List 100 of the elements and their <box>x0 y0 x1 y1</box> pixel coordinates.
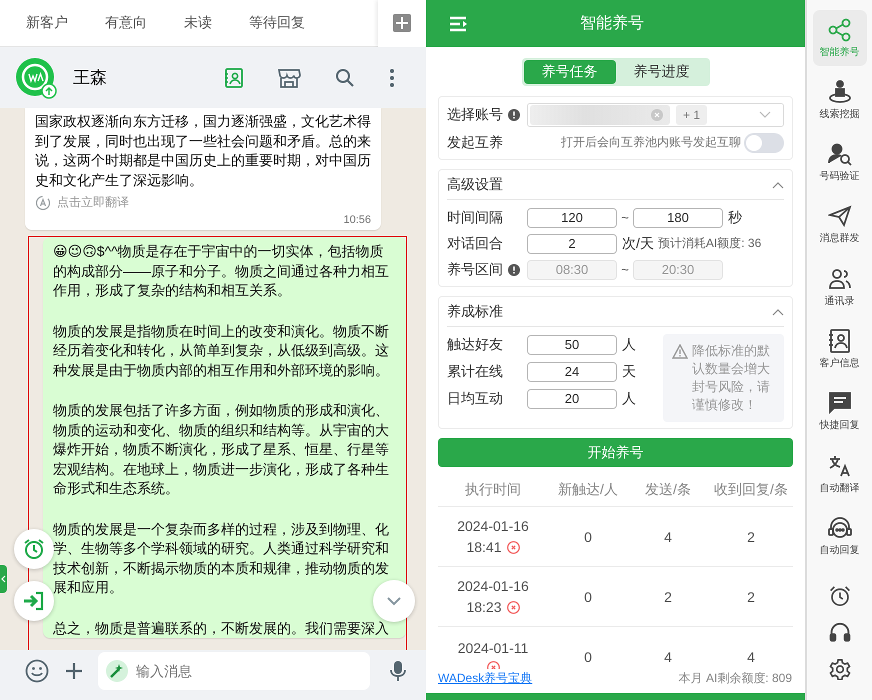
sidebar-item[interactable]: 号码验证 <box>812 134 866 191</box>
input-field[interactable]: 24 <box>527 362 617 382</box>
table-cell-text: 4 <box>663 528 673 544</box>
range-separator: ~ <box>620 262 630 277</box>
reminder-button[interactable] <box>14 529 54 569</box>
column-header: 执行时间 <box>464 480 522 498</box>
info-icon <box>508 109 520 121</box>
chevron-up-icon[interactable] <box>772 308 784 316</box>
store-icon[interactable] <box>277 68 301 88</box>
sign-in-button[interactable] <box>14 581 54 621</box>
more-count: + 1 <box>676 105 708 125</box>
message-text: 物质的发展是指物质在时间上的改变和演化。物质不断经历着变化和转化，从简单到复杂，从低级到高级。这种发展是由于物质内部的相互作用和外部环境的影响。 <box>53 322 390 380</box>
unit-label: 人 <box>622 336 636 354</box>
field-label: 时间间隔 <box>447 208 504 226</box>
message-text: 物质的发展包括了许多方面，例如物质的形成和演化、物质的运动和变化、物质的组织和结构等。从宇宙的大爆炸开始，物质不断演化，形成了星系、恒星、行星等宏观结构。在地球上，物质进一步演化，形成了各种生命形式和生态系统。 <box>53 401 390 498</box>
contacts-icon <box>828 266 852 291</box>
message-input-field[interactable]: 输入消息 <box>98 652 370 690</box>
panel-title: 智能养号 <box>580 14 644 34</box>
headset-chat-icon <box>828 516 852 540</box>
headset-icon[interactable] <box>828 621 852 644</box>
column-header: 新触达/人 <box>557 480 619 498</box>
hint-text: 打开后会向互养池内账号发起互聊 <box>561 134 741 151</box>
paper-plane-icon <box>828 204 852 228</box>
search-icon[interactable] <box>335 68 355 88</box>
field-label: 发起互养 <box>447 134 504 152</box>
chevron-down-icon <box>386 596 402 606</box>
sidebar-item[interactable]: 线索挖掘 <box>812 72 866 129</box>
translate-icon <box>828 454 852 478</box>
plus-icon[interactable] <box>64 661 84 681</box>
input-field[interactable]: 50 <box>527 334 617 354</box>
table-cell-text: 4 <box>746 648 756 664</box>
message-text: 物质的发展是一个复杂而多样的过程，涉及到物理、化学、生物等多个学科领域的研究。人类通过科学研究和技术创新，不断揭示物质的本质和规律，推动物质的发展和应用。 <box>53 520 390 597</box>
table-cell-text: 4 <box>663 648 673 664</box>
field-label: 累计在线 <box>447 362 504 380</box>
unit-label: 秒 <box>728 208 742 226</box>
table-cell-text: 2 <box>663 588 673 604</box>
field-label: 日均互动 <box>447 390 504 408</box>
field-label: 养号区间 <box>447 260 503 278</box>
sidebar-item[interactable]: 自动翻译 <box>812 446 866 502</box>
alarm-clock-icon[interactable] <box>828 584 852 608</box>
more-options-icon[interactable] <box>389 68 395 88</box>
contact-card-icon[interactable] <box>225 68 243 88</box>
table-cell-text: 0 <box>583 648 593 664</box>
chevron-down-icon <box>759 111 771 119</box>
sidebar-item[interactable]: 自动回复 <box>812 508 866 565</box>
input-field[interactable]: 120 <box>527 208 617 228</box>
translate-icon <box>35 194 51 210</box>
input-field[interactable]: 20 <box>527 388 617 408</box>
table-cell: 2024-01-16 <box>457 578 529 594</box>
guide-link[interactable]: WADesk养号宝典 <box>438 670 532 686</box>
contact-name: 王森 <box>73 67 107 89</box>
column-header: 发送/条 <box>644 480 692 498</box>
collapse-handle[interactable] <box>0 565 7 593</box>
message-text: 😀😉🙃$^^物质是存在于宇宙中的一切实体，包括物质的构成部分——原子和分子。物质之间通过各种力相互作用，形成了复杂的结构和相互关系。 <box>53 242 390 300</box>
chat-filter-tab[interactable]: 未读 <box>182 10 214 36</box>
section-title: 养成标准 <box>447 303 503 321</box>
field-label: 对话回合 <box>447 234 504 252</box>
avatar-logo-icon <box>15 56 57 98</box>
microphone-icon[interactable] <box>390 660 406 682</box>
chat-filter-tab[interactable]: 等待回复 <box>247 10 307 36</box>
chat-filter-tab[interactable]: 有意向 <box>103 10 149 36</box>
info-icon <box>508 264 520 276</box>
sidebar-item[interactable]: 快捷回复 <box>812 384 866 440</box>
mutual-toggle[interactable] <box>744 132 784 152</box>
sidebar-item[interactable]: 通讯录 <box>812 259 866 316</box>
share-nodes-icon <box>828 18 852 42</box>
table-cell: 2024-01-16 <box>457 518 529 534</box>
panel-tab[interactable]: 养号进度 <box>616 60 708 84</box>
table-cell-text: 0 <box>583 528 593 544</box>
add-tab-button[interactable] <box>378 0 426 46</box>
table-cell-text: 2 <box>746 588 756 604</box>
unit-label: 天 <box>622 362 636 380</box>
magic-wand-icon <box>106 660 128 682</box>
sidebar-item[interactable]: 客户信息 <box>812 321 866 378</box>
section-title: 高级设置 <box>447 176 503 194</box>
alarm-clock-icon <box>23 538 45 560</box>
table-cell: 18:23 <box>466 599 502 615</box>
quota-note: 预计消耗AI额度: 36 <box>658 235 762 252</box>
account-select[interactable]: + 1 <box>527 103 784 127</box>
table-cell-text: 0 <box>583 588 593 604</box>
settings-icon[interactable] <box>828 658 852 680</box>
message-icon <box>828 391 852 416</box>
input-field[interactable]: 180 <box>633 208 723 228</box>
remove-icon <box>651 109 663 121</box>
unit-label: 次/天 <box>622 234 654 252</box>
chevron-left-icon <box>1 575 6 583</box>
input-field[interactable]: 2 <box>527 234 617 254</box>
sign-in-icon <box>23 590 45 612</box>
chat-filter-tab[interactable]: 新客户 <box>24 10 70 36</box>
plus-icon <box>393 14 411 32</box>
emoji-icon[interactable] <box>25 659 49 683</box>
chevron-up-icon[interactable] <box>772 181 784 189</box>
warning-text: 降低标准的默认数量会增大封号风险，请谨慎修改！ <box>692 342 771 414</box>
table-cell: 18:41 <box>466 539 502 555</box>
sidebar-item[interactable]: 消息群发 <box>812 196 866 254</box>
field-label: 触达好友 <box>447 336 504 354</box>
message-time: 10:56 <box>342 214 371 226</box>
column-header: 收到回复/条 <box>713 480 789 498</box>
collapse-panel-icon[interactable] <box>449 16 469 32</box>
person-on-platform-icon <box>828 80 852 104</box>
